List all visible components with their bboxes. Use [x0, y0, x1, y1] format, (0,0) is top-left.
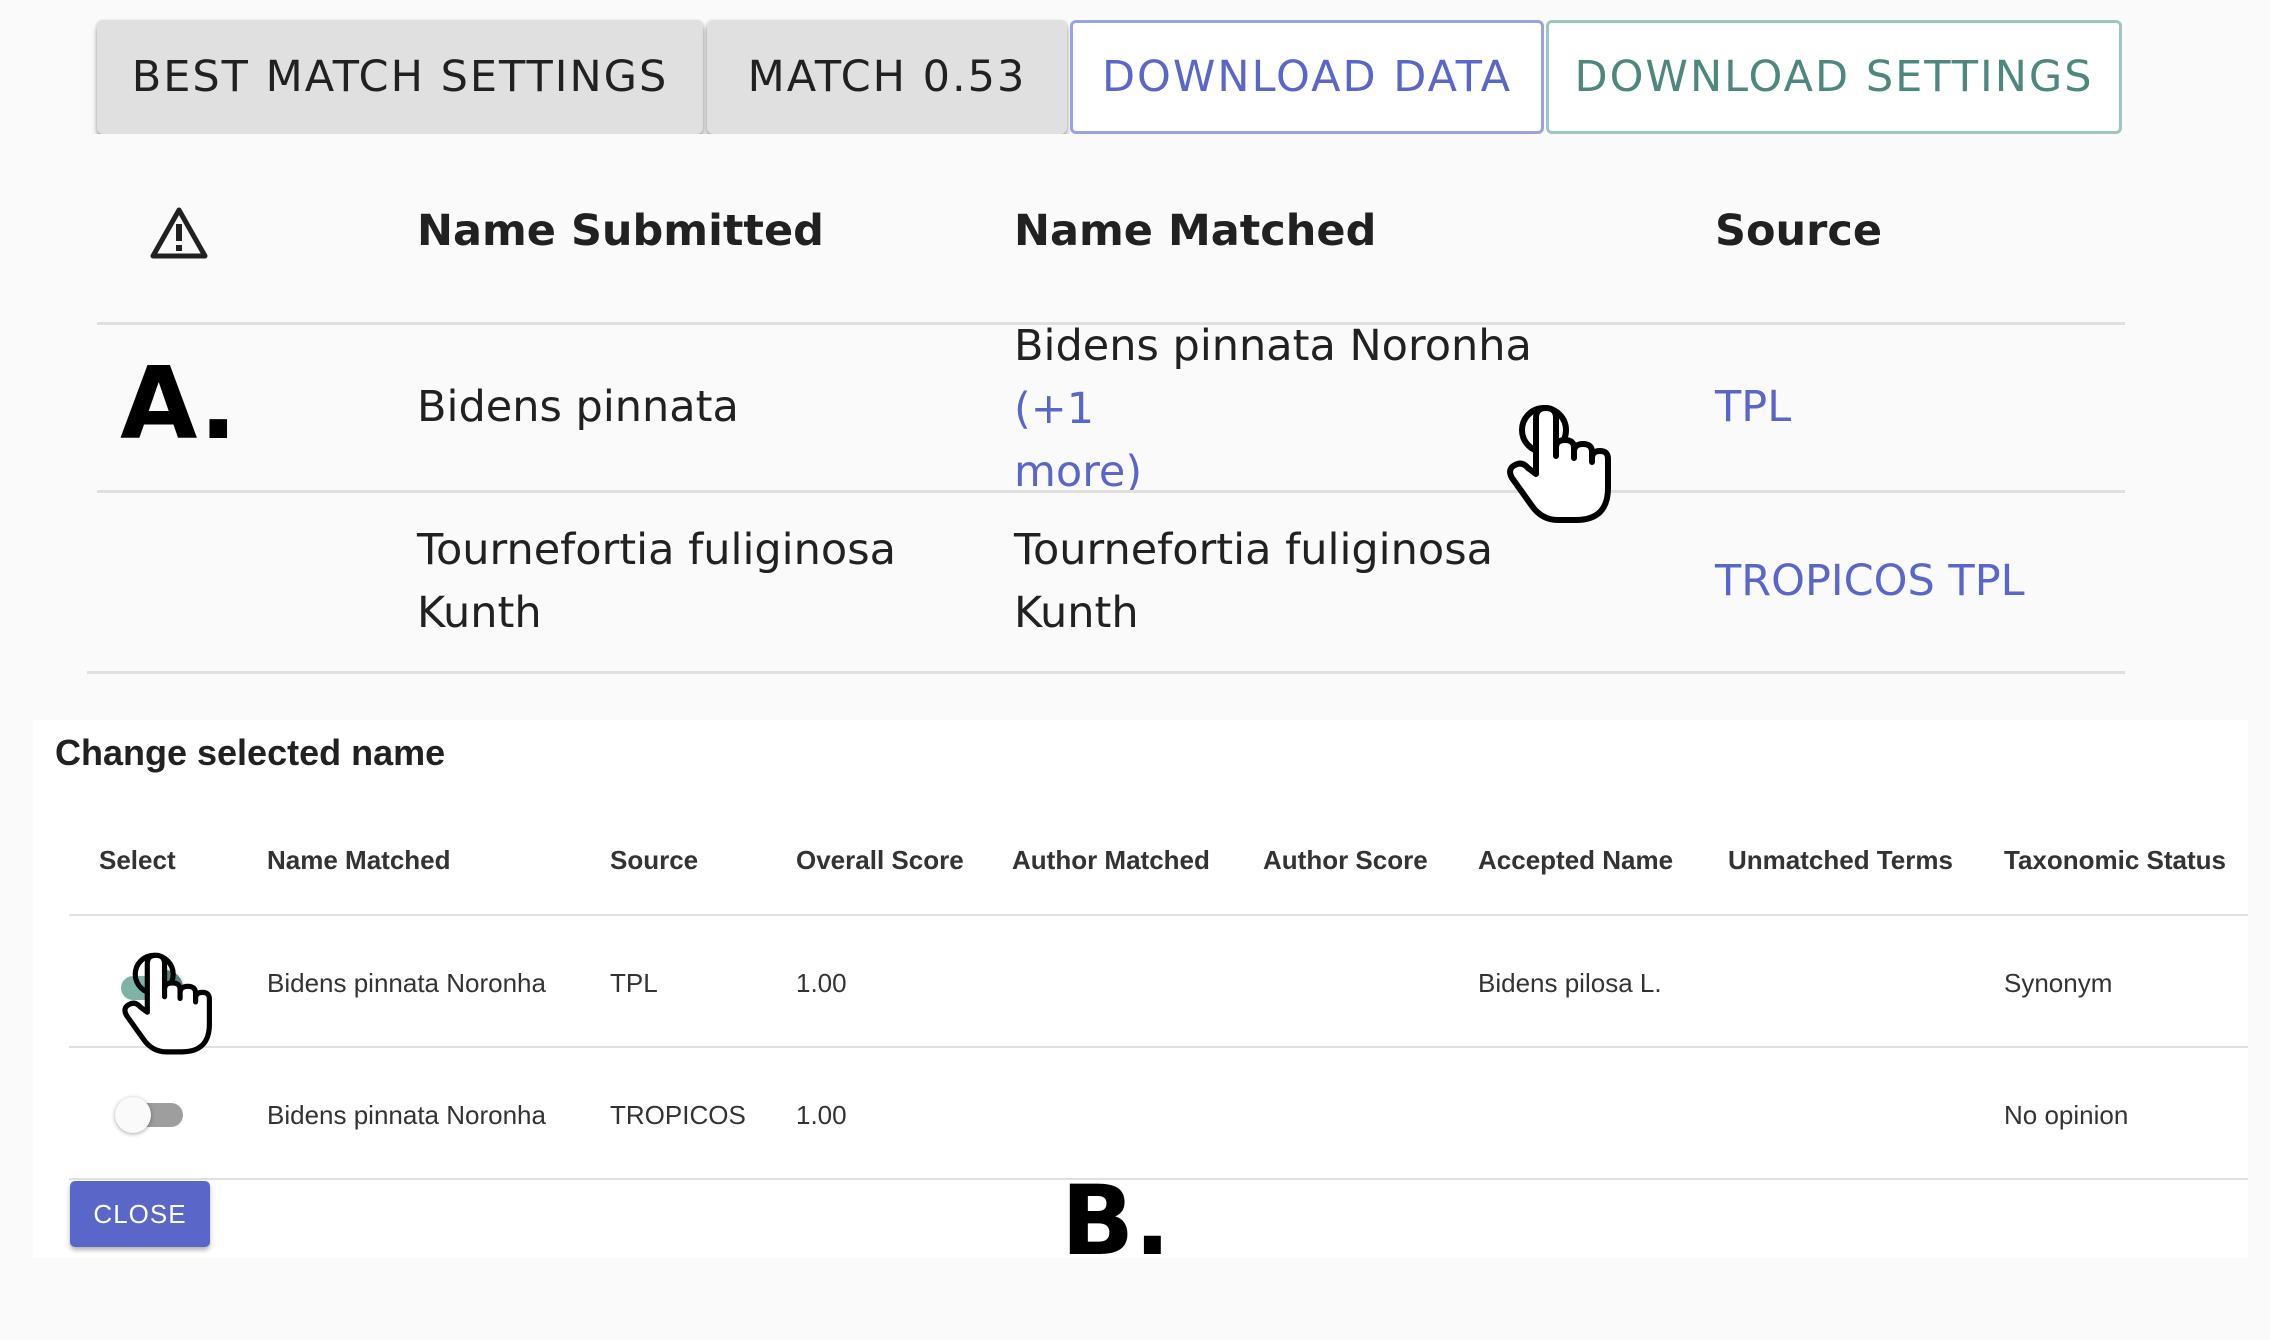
warning-icon [150, 207, 208, 259]
hand-pointer-icon [1507, 405, 1611, 523]
header-overall-score: Overall Score [796, 845, 964, 875]
name-matched-cell: Bidens pinnata Noronha [267, 1100, 546, 1130]
overall-score-cell: 1.00 [796, 968, 847, 998]
panel-label-b: B. [1061, 1165, 1171, 1277]
divider [69, 1046, 2248, 1048]
dialog-title: Change selected name [55, 732, 446, 773]
taxonomic-status-cell: Synonym [2004, 968, 2113, 998]
name-submitted-cell: Tournefortia fuliginosa Kunth [417, 525, 896, 638]
header-name-matched: Name Matched [267, 845, 451, 875]
overall-score-cell: 1.00 [796, 1100, 847, 1130]
source-link[interactable]: TROPICOS TPL [1715, 550, 2025, 613]
more-matches-link[interactable]: (+1 more) [1014, 384, 1142, 497]
taxonomic-status-cell: No opinion [2004, 1100, 2129, 1130]
source-link[interactable]: TPL [1715, 376, 1791, 439]
name-matched-cell: Bidens pinnata Noronha [267, 968, 546, 998]
download-settings-button[interactable]: DOWNLOAD SETTINGS [1546, 20, 2122, 134]
header-unmatched-terms: Unmatched Terms [1728, 845, 1953, 875]
header-author-matched: Author Matched [1012, 845, 1210, 875]
best-match-settings-button[interactable]: BEST MATCH SETTINGS [97, 20, 703, 134]
divider [87, 671, 2125, 674]
close-button[interactable]: CLOSE [70, 1181, 210, 1247]
header-source: Source [1715, 206, 1882, 256]
name-matched-text: Bidens pinnata Noronha [1014, 321, 1532, 371]
results-table: Name Submitted Name Matched Source Biden… [87, 134, 2125, 674]
header-name-matched: Name Matched [1014, 206, 1377, 256]
source-link[interactable]: TPL [610, 968, 658, 999]
panel-label-a: A. [120, 345, 238, 462]
header-accepted-name: Accepted Name [1478, 845, 1674, 875]
name-matched-cell: Tournefortia fuliginosa Kunth [1014, 525, 1493, 638]
source-link[interactable]: TROPICOS [610, 1100, 746, 1131]
hand-pointer-icon [122, 952, 212, 1055]
header-taxonomic-status: Taxonomic Status [2004, 845, 2227, 875]
download-data-button[interactable]: DOWNLOAD DATA [1070, 20, 1544, 134]
header-author-score: Author Score [1263, 845, 1428, 875]
header-name-submitted: Name Submitted [417, 206, 824, 256]
name-submitted-cell: Bidens pinnata [417, 382, 739, 432]
header-select: Select [99, 845, 176, 875]
divider [69, 914, 2248, 916]
match-threshold-button[interactable]: MATCH 0.53 [707, 20, 1067, 134]
divider [97, 490, 2125, 493]
header-source: Source [610, 845, 699, 875]
select-toggle-off[interactable] [115, 1097, 185, 1133]
accepted-name-cell: Bidens pilosa L. [1478, 968, 1662, 998]
